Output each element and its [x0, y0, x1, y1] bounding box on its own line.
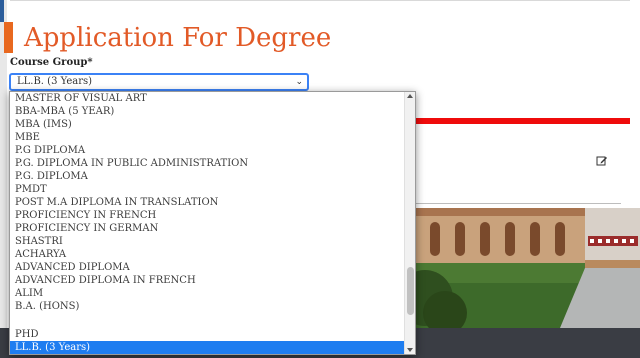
dropdown-option[interactable]: ADVANCED DIPLOMA	[10, 261, 404, 274]
red-banner-bar	[410, 118, 630, 124]
dropdown-option-selected[interactable]: LL.B. (3 Years)	[10, 341, 404, 354]
scroll-up-arrow-icon[interactable]	[407, 94, 413, 98]
dropdown-option[interactable]: PMDT	[10, 183, 404, 196]
left-edge-strip	[0, 0, 7, 358]
scrollbar-thumb[interactable]	[407, 267, 414, 315]
dropdown-option[interactable]: B.A. (HONS)	[10, 300, 404, 313]
dropdown-option-blank[interactable]	[10, 313, 404, 326]
dropdown-option[interactable]: PROFICIENCY IN GERMAN	[10, 222, 404, 235]
page-title: Application For Degree	[24, 23, 332, 53]
dropdown-option[interactable]: POST M.A DIPLOMA IN TRANSLATION	[10, 196, 404, 209]
course-group-select[interactable]: LL.B. (3 Years) ⌄	[9, 73, 309, 91]
dropdown-option[interactable]: ADVANCED DIPLOMA IN FRENCH	[10, 274, 404, 287]
left-edge-accent	[0, 0, 4, 22]
dropdown-option[interactable]: MBE	[10, 131, 404, 144]
campus-photo	[410, 208, 640, 328]
dropdown-scrollbar[interactable]	[404, 92, 415, 354]
edit-icon[interactable]	[596, 155, 608, 167]
section-divider	[410, 203, 621, 204]
dropdown-option[interactable]: P.G. DIPLOMA	[10, 170, 404, 183]
dropdown-option[interactable]: SHASTRI	[10, 235, 404, 248]
course-group-dropdown[interactable]: MASTER OF VISUAL ART BBA-MBA (5 YEAR) MB…	[9, 91, 416, 355]
dropdown-option[interactable]: MBA (IMS)	[10, 118, 404, 131]
top-divider	[10, 0, 630, 1]
dropdown-option[interactable]: ALIM	[10, 287, 404, 300]
dropdown-option[interactable]: BBA-MBA (5 YEAR)	[10, 105, 404, 118]
scroll-down-arrow-icon[interactable]	[407, 348, 413, 352]
course-group-label: Course Group*	[10, 57, 93, 68]
dropdown-option[interactable]: ACHARYA	[10, 248, 404, 261]
chevron-down-icon: ⌄	[295, 77, 303, 87]
dropdown-option[interactable]: PHD	[10, 328, 404, 341]
dropdown-option[interactable]: MASTER OF VISUAL ART	[10, 92, 404, 105]
course-group-select-value: LL.B. (3 Years)	[17, 76, 93, 87]
dropdown-option[interactable]: P.G DIPLOMA	[10, 144, 404, 157]
dropdown-option[interactable]: PROFICIENCY IN FRENCH	[10, 209, 404, 222]
title-accent-bar	[4, 22, 13, 53]
dropdown-option[interactable]: P.G. DIPLOMA IN PUBLIC ADMINISTRATION	[10, 157, 404, 170]
